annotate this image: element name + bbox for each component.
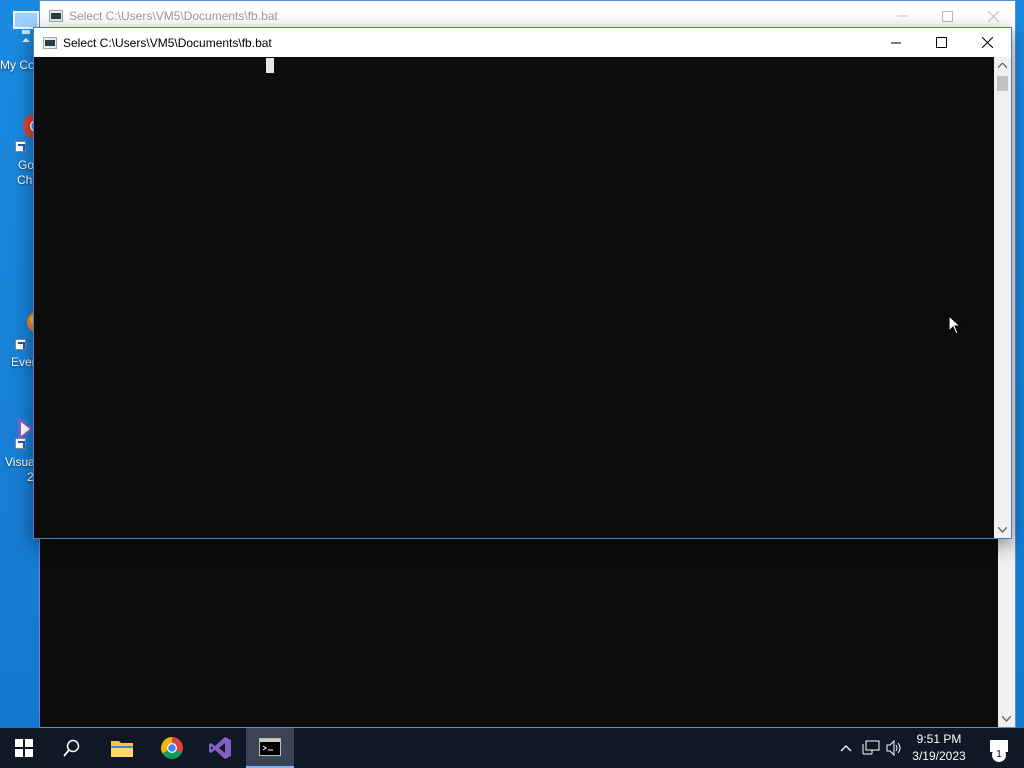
console-app-icon	[49, 10, 63, 22]
close-icon	[987, 10, 999, 22]
title-bar[interactable]: Select C:\Users\VM5\Documents\fb.bat	[34, 28, 1011, 57]
desktop-icon-label: Visua	[5, 455, 35, 469]
scroll-up-button[interactable]	[994, 57, 1011, 74]
minimize-icon	[897, 15, 907, 17]
shortcut-arrow-icon	[15, 339, 26, 350]
show-hidden-icons-button[interactable]	[836, 728, 856, 768]
window-title: Select C:\Users\VM5\Documents\fb.bat	[69, 9, 278, 23]
taskbar-file-explorer[interactable]	[98, 728, 146, 768]
visual-studio-icon	[209, 737, 231, 759]
folder-icon	[111, 741, 133, 757]
console-app-icon	[43, 37, 57, 49]
search-button[interactable]	[48, 728, 96, 768]
maximize-button[interactable]	[918, 28, 964, 57]
chrome-icon	[161, 737, 183, 759]
scroll-down-button[interactable]	[994, 521, 1011, 538]
taskbar: 9:51 PM 3/19/2023 1	[0, 728, 1024, 768]
maximize-icon	[941, 10, 953, 22]
chevron-up-icon	[998, 62, 1007, 68]
console-output-area[interactable]	[34, 57, 994, 538]
desktop-icon-label: Ever	[11, 355, 36, 369]
scroll-thumb[interactable]	[997, 76, 1008, 91]
search-icon	[63, 739, 80, 757]
command-prompt-icon	[259, 738, 281, 756]
taskbar-visual-studio[interactable]	[196, 728, 244, 768]
clock-time: 9:51 PM	[916, 732, 962, 746]
minimize-button[interactable]	[873, 28, 919, 57]
minimize-icon	[891, 42, 901, 43]
close-icon	[981, 37, 993, 48]
system-clock[interactable]: 9:51 PM 3/19/2023	[905, 731, 973, 765]
console-window-foreground[interactable]: Select C:\Users\VM5\Documents\fb.bat	[33, 27, 1012, 539]
chevron-down-icon	[998, 526, 1007, 533]
desktop-icon-label: Go	[18, 158, 35, 172]
desktop-icon-label-line2: Ch	[17, 173, 33, 187]
close-button[interactable]	[964, 28, 1010, 57]
volume-button[interactable]	[884, 728, 904, 768]
network-button[interactable]	[860, 728, 882, 768]
window-title: Select C:\Users\VM5\Documents\fb.bat	[63, 36, 272, 50]
taskbar-command-prompt[interactable]	[246, 728, 294, 768]
shortcut-arrow-icon	[15, 141, 26, 152]
mouse-pointer-icon	[948, 314, 962, 338]
shortcut-arrow-icon	[15, 438, 26, 449]
windows-logo-icon	[15, 739, 33, 757]
notification-count-badge: 1	[992, 748, 1006, 762]
maximize-icon	[935, 37, 947, 48]
clock-date: 3/19/2023	[912, 749, 966, 763]
scroll-down-button[interactable]	[998, 710, 1015, 727]
start-button[interactable]	[0, 728, 48, 768]
chevron-down-icon	[1002, 715, 1011, 722]
vertical-scrollbar[interactable]	[994, 57, 1011, 538]
speaker-icon	[886, 740, 901, 756]
text-cursor	[266, 58, 274, 73]
network-icon	[862, 740, 880, 755]
chevron-up-icon	[840, 745, 852, 752]
desktop-icon-label: My Co	[0, 58, 35, 72]
taskbar-chrome[interactable]	[148, 728, 196, 768]
